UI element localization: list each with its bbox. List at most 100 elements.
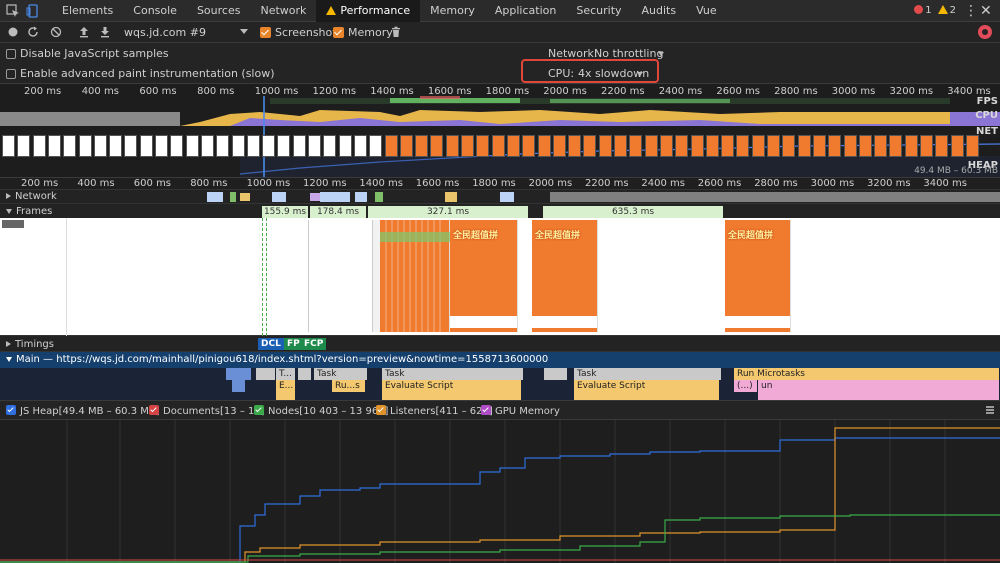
frame-duration[interactable]: 327.1 ms [368, 206, 528, 218]
flame-function[interactable]: (...) [734, 380, 758, 392]
network-track-title: Network [15, 191, 57, 202]
reload-record-icon[interactable] [27, 26, 39, 38]
frame-duration[interactable]: 635.3 ms [543, 206, 723, 218]
overview-screenshot-thumb [155, 135, 168, 157]
inspect-element-icon[interactable] [6, 4, 20, 18]
flame-block[interactable] [574, 392, 720, 400]
more-options-icon[interactable]: ⋮ [964, 3, 978, 19]
flame-block[interactable] [544, 368, 568, 380]
close-icon[interactable]: ✕ [980, 3, 992, 19]
heap-range: 49.4 MB – 60.3 MB [914, 166, 998, 176]
listeners-counter[interactable]: Listeners[411 – 623] [376, 405, 493, 417]
checkbox-icon[interactable] [254, 405, 264, 415]
tab-performance[interactable]: Performance [316, 0, 421, 22]
chevron-down-icon[interactable] [240, 29, 248, 34]
flame-block[interactable] [298, 368, 312, 380]
checkbox-icon[interactable] [149, 405, 159, 415]
clear-icon[interactable] [50, 26, 62, 38]
tab-vue[interactable]: Vue [686, 0, 727, 22]
disable-js-samples-checkbox[interactable] [6, 49, 16, 59]
gpu-memory-counter[interactable]: GPU Memory [481, 405, 560, 417]
overview-screenshot-thumb [904, 135, 918, 157]
flame-block[interactable] [382, 392, 522, 400]
details-ruler-label: 2400 ms [641, 178, 685, 189]
overview-screenshot-thumb [782, 135, 796, 157]
flame-task[interactable]: Task [574, 368, 722, 380]
flame-block[interactable] [232, 380, 246, 392]
overview-screenshot-thumb [568, 135, 582, 157]
flame-function[interactable]: Ru...s [332, 380, 366, 392]
upload-icon[interactable] [78, 26, 90, 38]
flame-function[interactable]: Evaluate Script [382, 380, 522, 392]
frame-duration[interactable]: 178.4 ms [310, 206, 366, 218]
expand-arrow-icon[interactable] [6, 193, 11, 199]
flame-block[interactable] [758, 392, 1000, 400]
collapse-arrow-icon[interactable] [6, 209, 12, 214]
tab-memory[interactable]: Memory [420, 0, 485, 22]
tab-network[interactable]: Network [250, 0, 316, 22]
timeline-overview[interactable]: 200 ms 400 ms 600 ms 800 ms 1000 ms 1200 ms 14… [0, 84, 1000, 178]
frame-duration[interactable]: 155.9 ms [262, 206, 308, 218]
flame-task[interactable]: Run Microtasks [734, 368, 1000, 380]
frames-track[interactable]: Frames 155.9 ms 178.4 ms 327.1 ms 635.3 … [0, 204, 1000, 336]
fp-marker[interactable]: FP [284, 338, 303, 350]
fcp-marker[interactable]: FCP [301, 338, 327, 350]
nodes-counter[interactable]: Nodes[10 403 – 13 963] [254, 405, 388, 417]
chevron-down-icon[interactable] [658, 52, 664, 56]
tab-audits[interactable]: Audits [632, 0, 687, 22]
network-track[interactable]: Network [0, 190, 1000, 204]
record-icon[interactable] [7, 26, 19, 38]
flame-task[interactable]: Task [314, 368, 368, 380]
details-ruler-label: 3400 ms [923, 178, 967, 189]
tab-security[interactable]: Security [566, 0, 631, 22]
flame-task[interactable]: T... [276, 368, 296, 380]
tab-elements[interactable]: Elements [52, 0, 123, 22]
overview-screenshot-thumb [812, 135, 826, 157]
flame-block[interactable] [226, 368, 252, 380]
frame-screenshot[interactable]: 全民超值拼 [532, 220, 598, 332]
download-icon[interactable] [99, 26, 111, 38]
tab-label: Network [260, 4, 307, 17]
timings-track[interactable]: Timings DCL FP FCP [0, 336, 1000, 352]
overview-screenshot-thumb [2, 135, 15, 157]
js-heap-counter[interactable]: JS Heap[49.4 MB – 60.3 MB] [6, 405, 160, 417]
flame-block[interactable] [256, 368, 276, 380]
frame-screenshot[interactable]: 全民超值拼 [450, 220, 518, 332]
collapse-arrow-icon[interactable] [6, 357, 12, 362]
error-warning-counts[interactable]: 1 2 [914, 0, 956, 22]
memory-counter-graph[interactable] [0, 420, 1000, 563]
dcl-marker[interactable]: DCL [258, 338, 284, 350]
checkbox-icon[interactable] [376, 405, 386, 415]
overview-screenshot-thumb [277, 135, 291, 157]
memory-checkbox[interactable] [333, 27, 344, 38]
tab-sources[interactable]: Sources [187, 0, 251, 22]
overview-screenshot-thumb [369, 135, 383, 157]
documents-counter[interactable]: Documents[13 – 13] [149, 405, 265, 417]
details-ruler-label: 1000 ms [246, 178, 291, 189]
flame-function[interactable]: E... [276, 380, 296, 392]
flame-function[interactable]: Evaluate Script [574, 380, 720, 392]
frame-screenshot[interactable]: 全民超值拼 [725, 220, 791, 332]
tab-console[interactable]: Console [123, 0, 187, 22]
chevron-down-icon[interactable] [637, 72, 643, 76]
overview-screenshot-thumb [965, 135, 979, 157]
checkbox-icon[interactable] [481, 405, 491, 415]
flame-task[interactable]: Task [382, 368, 524, 380]
overview-screenshot-thumb [767, 135, 780, 157]
profile-select[interactable]: wqs.jd.com #9 [124, 26, 206, 39]
trash-icon[interactable] [390, 26, 402, 38]
capture-settings-gear-icon[interactable] [978, 25, 992, 39]
main-thread-track[interactable]: Main — https://wqs.jd.com/mainhall/pinig… [0, 352, 1000, 400]
flame-block[interactable] [276, 392, 296, 400]
device-toolbar-icon[interactable] [26, 4, 40, 18]
advanced-paint-checkbox[interactable] [6, 69, 16, 79]
checkbox-icon[interactable] [6, 405, 16, 415]
flame-function[interactable]: un [758, 380, 1000, 392]
expand-arrow-icon[interactable] [6, 341, 11, 347]
menu-icon[interactable] [986, 406, 994, 414]
frame-screenshot-blank[interactable] [308, 220, 368, 332]
overview-screenshot-thumb [200, 135, 214, 157]
counter-label: Nodes[10 403 – 13 963] [268, 406, 389, 417]
tab-application[interactable]: Application [485, 0, 566, 22]
screenshots-checkbox[interactable] [260, 27, 271, 38]
